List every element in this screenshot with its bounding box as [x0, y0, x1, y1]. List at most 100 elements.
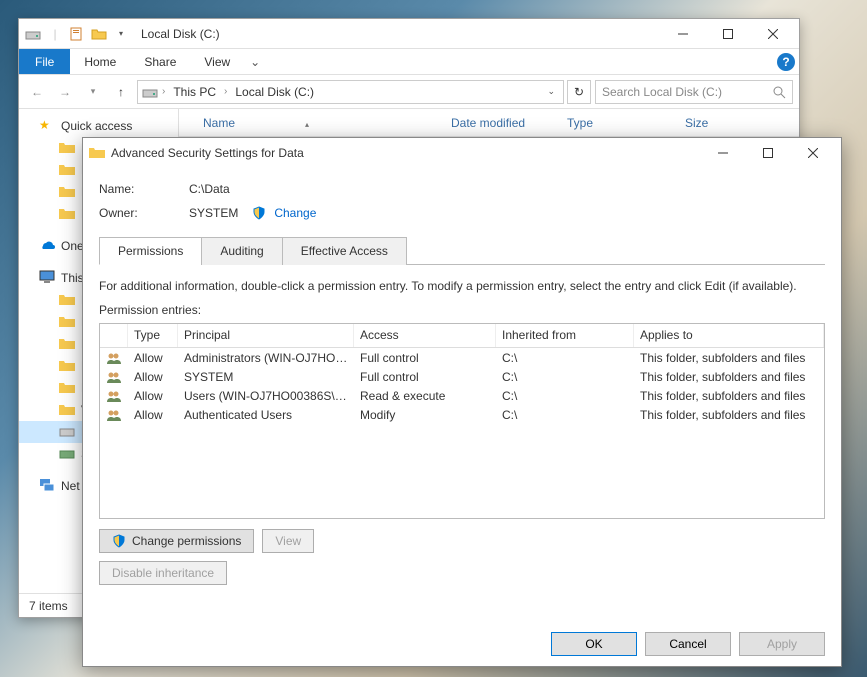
refresh-button[interactable]: ↻ [567, 80, 591, 104]
ribbon-tab-home[interactable]: Home [70, 49, 130, 74]
column-applies[interactable]: Applies to [634, 324, 824, 347]
permissions-info-text: For additional information, double-click… [99, 279, 825, 293]
folder-icon [59, 402, 75, 418]
column-size[interactable]: Size [681, 116, 799, 130]
sidebar-quick-access[interactable]: ★Quick access [19, 115, 178, 137]
address-bar[interactable]: › This PC › Local Disk (C:) ⌄ [137, 80, 564, 104]
tab-permissions[interactable]: Permissions [99, 237, 202, 265]
permission-entry-row[interactable]: AllowUsers (WIN-OJ7HO00386S\Us...Read & … [100, 386, 824, 405]
drive-icon [59, 446, 75, 462]
chevron-right-icon[interactable]: › [224, 86, 227, 97]
item-count: 7 items [29, 599, 68, 613]
entries-label: Permission entries: [99, 303, 825, 317]
cancel-button[interactable]: Cancel [645, 632, 731, 656]
properties-icon[interactable] [67, 24, 87, 44]
cloud-icon [39, 238, 55, 254]
permission-entries-list: Type Principal Access Inherited from App… [99, 323, 825, 519]
entry-inherited: C:\ [496, 351, 634, 365]
nav-history-dropdown[interactable]: ▾ [81, 80, 105, 104]
entry-access: Read & execute [354, 389, 496, 403]
entry-principal: Authenticated Users [178, 408, 354, 422]
entry-inherited: C:\ [496, 408, 634, 422]
folder-icon [89, 145, 105, 161]
entry-access: Full control [354, 351, 496, 365]
ribbon-tab-view[interactable]: View [190, 49, 244, 74]
close-button[interactable] [750, 20, 795, 48]
entry-inherited: C:\ [496, 370, 634, 384]
change-permissions-button[interactable]: Change permissions [99, 529, 254, 553]
tab-auditing[interactable]: Auditing [201, 237, 282, 265]
column-date[interactable]: Date modified [447, 116, 563, 130]
permission-entry-row[interactable]: AllowSYSTEMFull controlC:\This folder, s… [100, 367, 824, 386]
minimize-button[interactable] [660, 20, 705, 48]
ribbon-tab-share[interactable]: Share [130, 49, 190, 74]
tab-effective-access[interactable]: Effective Access [282, 237, 407, 265]
explorer-navigation-bar: ← → ▾ ↑ › This PC › Local Disk (C:) ⌄ ↻ … [19, 75, 799, 109]
security-tabs: Permissions Auditing Effective Access [99, 236, 825, 265]
column-headers: Name▴ Date modified Type Size [179, 109, 799, 137]
dialog-footer: OK Cancel Apply [83, 622, 841, 666]
column-name[interactable]: Name▴ [199, 116, 447, 130]
entry-type: Allow [128, 408, 178, 422]
file-menu[interactable]: File [19, 49, 70, 74]
owner-label: Owner: [99, 206, 189, 220]
new-folder-icon[interactable] [89, 24, 109, 44]
qat-separator: | [45, 24, 65, 44]
view-button: View [262, 529, 314, 553]
star-icon: ★ [39, 118, 55, 134]
permission-entry-row[interactable]: AllowAdministrators (WIN-OJ7HO0...Full c… [100, 348, 824, 367]
permission-entry-row[interactable]: AllowAuthenticated UsersModifyC:\This fo… [100, 405, 824, 424]
drive-icon [142, 84, 158, 100]
maximize-button[interactable] [705, 20, 750, 48]
minimize-button[interactable] [700, 139, 745, 167]
entry-applies: This folder, subfolders and files [634, 370, 824, 384]
column-principal[interactable]: Principal [178, 324, 354, 347]
apply-button: Apply [739, 632, 825, 656]
explorer-title: Local Disk (C:) [141, 27, 220, 41]
column-inherited[interactable]: Inherited from [496, 324, 634, 347]
owner-value: SYSTEM [189, 206, 238, 220]
entry-inherited: C:\ [496, 389, 634, 403]
search-box[interactable]: Search Local Disk (C:) [595, 80, 793, 104]
entry-type: Allow [128, 370, 178, 384]
entry-access: Full control [354, 370, 496, 384]
drive-icon [59, 424, 75, 440]
name-value: C:\Data [189, 182, 230, 196]
drive-icon [23, 24, 43, 44]
entry-principal: Administrators (WIN-OJ7HO0... [178, 351, 354, 365]
nav-back-button[interactable]: ← [25, 80, 49, 104]
entry-applies: This folder, subfolders and files [634, 408, 824, 422]
entry-type: Allow [128, 389, 178, 403]
column-icon[interactable] [100, 324, 128, 347]
breadcrumb-drive[interactable]: Local Disk (C:) [231, 85, 318, 99]
disable-inheritance-button: Disable inheritance [99, 561, 227, 585]
nav-up-button[interactable]: ↑ [109, 80, 133, 104]
nav-forward-button: → [53, 80, 77, 104]
help-button[interactable]: ? [773, 49, 799, 74]
change-owner-link[interactable]: Change [274, 206, 316, 220]
close-button[interactable] [790, 139, 835, 167]
shield-icon [112, 534, 126, 548]
folder-icon [59, 336, 75, 352]
ribbon-expand-icon[interactable]: ⌄ [244, 49, 266, 74]
column-type[interactable]: Type [128, 324, 178, 347]
advanced-security-dialog: Advanced Security Settings for Data Name… [82, 137, 842, 667]
shield-icon [252, 206, 266, 220]
chevron-right-icon[interactable]: › [162, 86, 165, 97]
column-type[interactable]: Type [563, 116, 681, 130]
search-placeholder: Search Local Disk (C:) [602, 85, 722, 99]
address-dropdown-icon[interactable]: ⌄ [543, 86, 559, 97]
maximize-button[interactable] [745, 139, 790, 167]
folder-icon [59, 206, 75, 222]
sort-arrow-icon: ▴ [305, 120, 309, 129]
folder-icon [59, 314, 75, 330]
column-access[interactable]: Access [354, 324, 496, 347]
pc-icon [39, 270, 55, 286]
ok-button[interactable]: OK [551, 632, 637, 656]
breadcrumb-this-pc[interactable]: This PC [169, 85, 220, 99]
explorer-titlebar: | ▾ Local Disk (C:) [19, 19, 799, 49]
qat-dropdown-icon[interactable]: ▾ [111, 24, 131, 44]
search-icon [772, 85, 786, 99]
group-icon [100, 408, 128, 422]
entry-access: Modify [354, 408, 496, 422]
